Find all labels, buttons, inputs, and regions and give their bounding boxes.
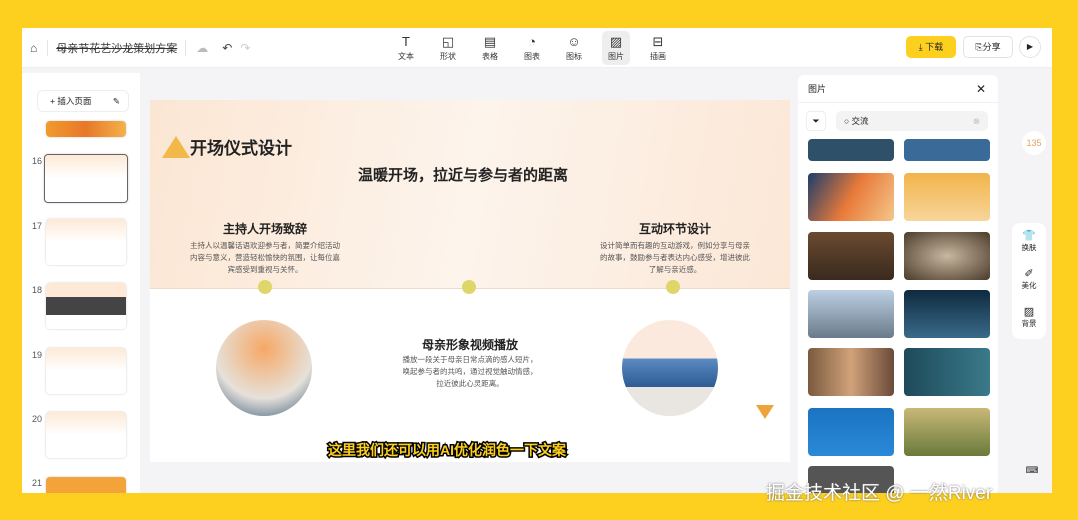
slide-title[interactable]: 开场仪式设计 [190,134,292,159]
city-illustration[interactable] [622,320,718,416]
top-toolbar: ⌂ 母亲节花艺沙龙策划方案 ☁ ↶ ↷ T 文本 ◱ 形状 ▤ 表格 ◔ 图表 ☺ 图标 … [22,28,1052,68]
shape-icon: ◱ [441,34,455,49]
image-result[interactable] [904,173,990,221]
host-illustration[interactable] [216,320,312,416]
tool-chart[interactable]: ◔ 图表 [518,31,546,65]
background-button[interactable]: ▨ 背景 [1012,299,1046,337]
image-result[interactable] [904,290,990,338]
timeline-dot [666,280,680,294]
background-icon: ▨ [1023,306,1035,318]
section-heading[interactable]: 母亲形象视频播放 [390,336,550,353]
slide-sidebar: + 插入页面 ✎ 16 17 18 19 20 21 [22,73,140,493]
shirt-icon: 👕 [1022,230,1036,242]
cloud-sync-icon: ☁ [196,40,209,55]
slide-thumbnail-active[interactable] [44,154,128,203]
play-icon: ▶ [1026,42,1034,51]
triangle-decoration [162,136,190,158]
home-icon[interactable]: ⌂ [30,41,37,55]
slide-thumbnail[interactable] [46,121,126,137]
image-icon: ▨ [609,34,623,49]
image-result[interactable] [904,348,990,396]
insert-tools: T 文本 ◱ 形状 ▤ 表格 ◔ 图表 ☺ 图标 ▨ 图片 ⊟ 插画 [392,31,672,65]
section-text[interactable]: 主持人以温馨话语欢迎参与者，简要介绍活动内容与意义，营造轻松愉快的氛围，让每位嘉… [190,240,340,276]
slide-thumbnail[interactable] [46,477,126,493]
text-icon: T [402,34,410,49]
section-text[interactable]: 设计简单而有趣的互动游戏，例如分享与母亲的故事，鼓励参与者表达内心感受，增进彼此… [600,240,750,276]
image-search-input[interactable]: ○ 交流 ⊗ [836,111,988,131]
tool-illustration[interactable]: ⊟ 插画 [644,31,672,65]
page-number: 21 [32,478,43,488]
image-result[interactable] [808,232,894,280]
filter-icon: ⏷ [812,116,820,126]
download-icon: ⤓ [918,42,923,52]
image-result[interactable] [808,348,894,396]
app-window: ⌂ 母亲节花艺沙龙策划方案 ☁ ↶ ↷ T 文本 ◱ 形状 ▤ 表格 ◔ 图表 ☺ 图标 … [22,28,1052,493]
close-icon[interactable]: ✕ [976,75,986,103]
undo-icon[interactable]: ↶ [222,41,232,55]
panel-title: 图片 [808,84,827,94]
illustration-icon: ⊟ [652,34,664,49]
image-result[interactable] [808,290,894,338]
timeline-dot [462,280,476,294]
page-number: 18 [32,285,43,295]
image-panel: 图片 ✕ ⏷ ○ 交流 ⊗ [798,75,998,493]
timeline-dot [258,280,272,294]
image-result[interactable] [904,232,990,280]
wand-icon: ✐ [1024,268,1034,280]
document-title[interactable]: 母亲节花艺沙龙策划方案 [47,39,187,56]
triangle-decoration [756,405,774,419]
section-heading[interactable]: 互动环节设计 [600,220,750,237]
page-number: 20 [32,414,43,424]
skin-button[interactable]: 👕 换肤 [1012,223,1046,261]
tool-icon[interactable]: ☺ 图标 [560,31,588,65]
tool-image[interactable]: ▨ 图片 [602,31,630,65]
slide-thumbnail[interactable] [46,283,126,329]
page-number: 19 [32,350,43,360]
play-button[interactable]: ▶ [1019,36,1041,58]
page-number: 17 [32,221,43,231]
tool-table[interactable]: ▤ 表格 [476,31,504,65]
share-icon: ⎘ [975,42,983,52]
section-heading[interactable]: 主持人开场致辞 [190,220,340,237]
slide-thumbnail[interactable] [46,219,126,265]
search-icon: ○ [844,116,850,126]
image-result[interactable] [808,173,894,221]
redo-icon[interactable]: ↷ [240,41,250,55]
video-caption: 这里我们还可以用AI优化润色一下文案 [327,441,568,460]
keyboard-icon[interactable]: ⌨ [1020,465,1044,485]
table-icon: ▤ [483,34,497,49]
slide-canvas[interactable]: 开场仪式设计 温暖开场，拉近与参与者的距离 主持人开场致辞 主持人以温馨话语欢迎… [150,100,790,462]
magic-wand-icon[interactable]: ✎ [113,91,120,111]
share-button[interactable]: ⎘分享 [963,36,1013,58]
filter-button[interactable]: ⏷ [806,111,826,131]
image-result[interactable] [904,408,990,456]
slide-thumbnail[interactable] [46,348,126,394]
tool-text[interactable]: T 文本 [392,31,420,65]
section-text[interactable]: 播放一段关于母亲日常点滴的感人短片，唤起参与者的共鸣，通过视觉触动情感，拉近彼此… [400,354,540,390]
image-result[interactable] [808,408,894,456]
chart-icon: ◔ [528,34,536,49]
download-button[interactable]: ⤓ 下载 [906,36,956,58]
image-result[interactable] [904,139,990,161]
image-result[interactable] [808,139,894,161]
slide-subtitle[interactable]: 温暖开场，拉近与参与者的距离 [358,164,568,185]
smiley-icon: ☺ [567,34,581,49]
clear-icon[interactable]: ⊗ [973,111,980,131]
version-badge[interactable]: 135 [1022,131,1046,155]
insert-page-button[interactable]: + 插入页面 ✎ [37,90,129,112]
right-tools: 👕 换肤 ✐ 美化 ▨ 背景 [1012,223,1046,339]
slide-thumbnail[interactable] [46,412,126,458]
page-number: 16 [32,156,43,166]
watermark: 掘金技术社区 @ 一然River [766,483,993,504]
beautify-button[interactable]: ✐ 美化 [1012,261,1046,299]
tool-shape[interactable]: ◱ 形状 [434,31,462,65]
